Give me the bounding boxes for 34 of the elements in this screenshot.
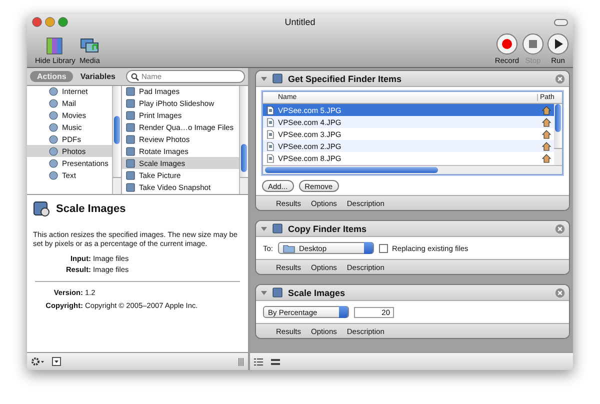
- record-icon: [496, 33, 518, 55]
- books-icon: [45, 35, 66, 55]
- scrollbar[interactable]: [112, 86, 121, 194]
- file-icon: [267, 154, 274, 162]
- stop-icon: [522, 33, 544, 55]
- toolbar-toggle-icon: [554, 19, 568, 26]
- close-icon: [555, 74, 565, 84]
- action-icon: [33, 200, 51, 218]
- gear-icon: [31, 357, 45, 366]
- library-tab[interactable]: Variables: [73, 71, 122, 82]
- action-title: Get Specified Finder Items: [288, 74, 402, 84]
- panel-toggle-icon: [52, 357, 61, 366]
- file-icon: [267, 142, 274, 150]
- folder-icon: [283, 244, 296, 252]
- file-icon: [267, 118, 274, 126]
- run-icon: [547, 33, 569, 55]
- search-icon: [131, 72, 140, 80]
- action-icon: [272, 73, 283, 84]
- close-icon: [555, 224, 565, 234]
- action-icon: [272, 287, 283, 298]
- scrollbar[interactable]: [263, 165, 562, 174]
- scrollbar[interactable]: [239, 86, 248, 194]
- close-icon: [555, 288, 565, 298]
- file-icon: [267, 106, 274, 114]
- action-title: Scale Images: [288, 288, 346, 298]
- scrollbar[interactable]: [554, 104, 562, 165]
- action-icon: [272, 223, 283, 234]
- file-icon: [267, 130, 274, 138]
- description-title: Scale Images: [56, 203, 126, 215]
- list-view-icon: [254, 358, 263, 366]
- resize-handle-icon: [238, 358, 244, 366]
- row-view-icon: [271, 358, 280, 366]
- action-title: Copy Finder Items: [288, 224, 367, 234]
- window-title: Untitled: [284, 17, 316, 27]
